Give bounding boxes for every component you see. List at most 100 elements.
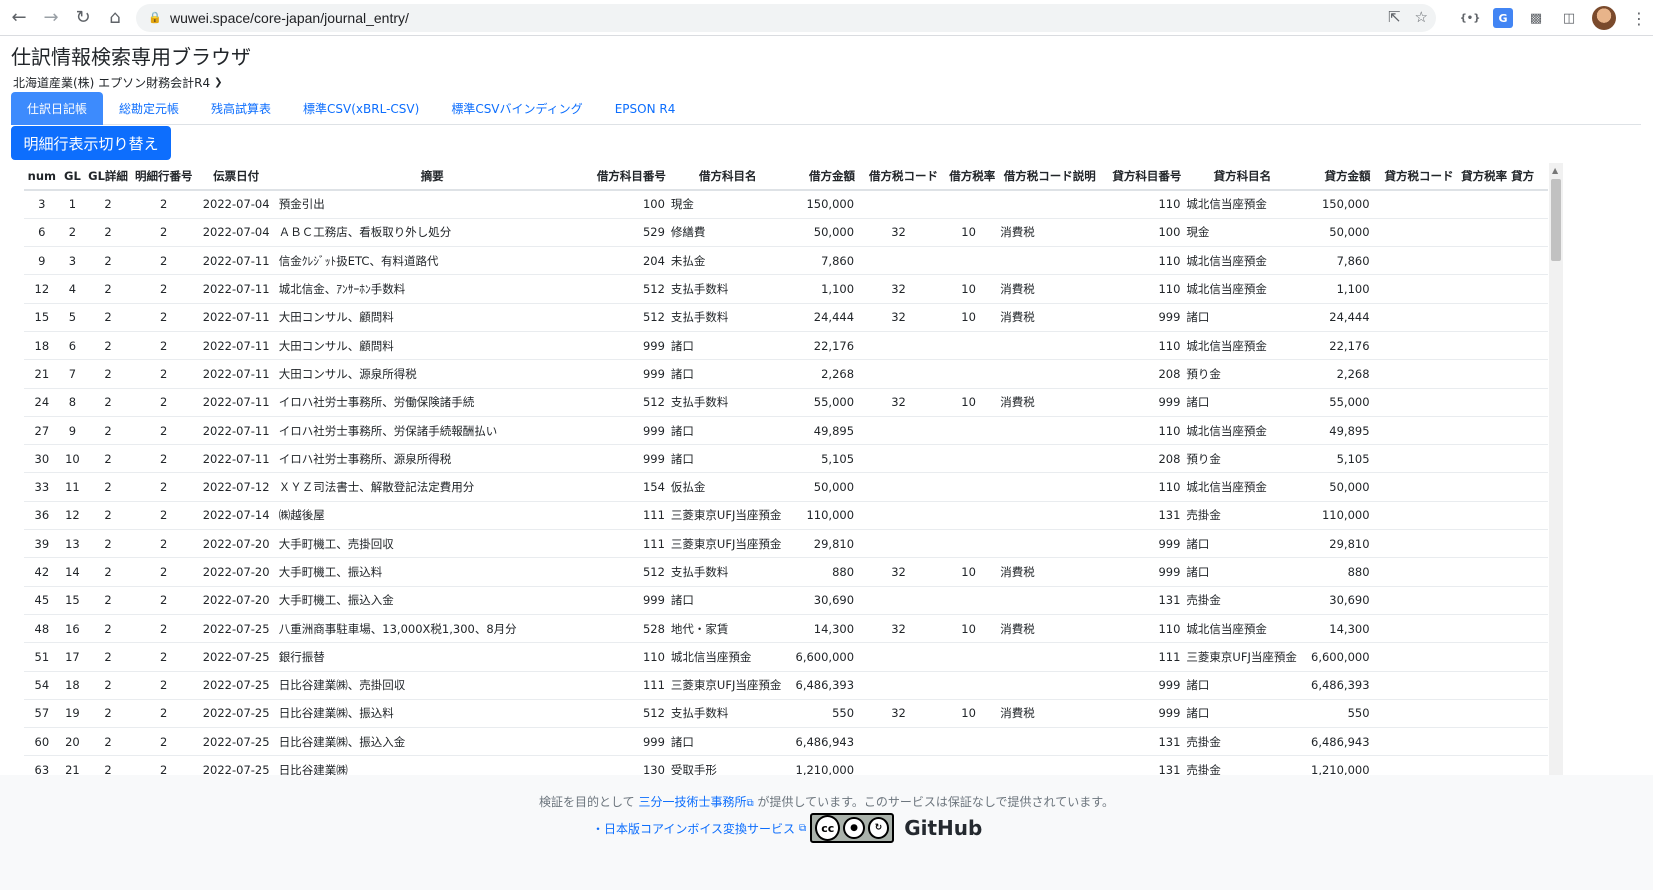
translate-extension-icon[interactable]: G	[1493, 8, 1513, 28]
table-cell: 50,000	[1301, 218, 1373, 248]
table-cell: 42	[24, 557, 60, 587]
table-cell: 2	[130, 274, 197, 304]
share-icon[interactable]: ⇱	[1388, 8, 1401, 26]
toggle-detail-button[interactable]: 明細行表示切り替え	[11, 126, 171, 160]
table-cell: 未払金	[667, 246, 788, 276]
bookmark-star-icon[interactable]: ☆	[1415, 8, 1428, 26]
table-row: 12 4 2 2 2022-07-11 城北信金、ｱﾝｻｰﾎﾝ手数料 512 支払手数料 1,1…	[24, 274, 1548, 304]
table-cell: 三菱東京UFJ当座預金	[667, 671, 788, 700]
tab-standard-csv[interactable]: 標準CSV(xBRL-CSV)	[287, 92, 435, 125]
company-select-value: 北海道産業(株) エプソン財務会計R4	[13, 76, 211, 90]
table-cell	[857, 586, 940, 615]
tab-journal[interactable]: 仕訳日記帳	[11, 92, 104, 125]
tab-csv-binding[interactable]: 標準CSVバインディング	[435, 92, 598, 125]
table-cell: 2022-07-12	[196, 472, 276, 502]
side-panel-icon[interactable]: ◫	[1559, 8, 1579, 28]
table-cell	[1372, 331, 1456, 361]
table-cell: 城北信当座預金	[1183, 246, 1302, 276]
table-cell: ＡＢＣ工務店、看板取り外し処分	[275, 218, 589, 248]
table-cell: 1,210,000	[1301, 755, 1373, 775]
table-row: 27 9 2 2 2022-07-11 イロハ社労士事務所、労保諸手続報酬払い 999 諸口 4…	[24, 416, 1548, 446]
table-cell: 諸口	[667, 727, 788, 757]
table-cell: 57	[24, 699, 60, 729]
table-header-row: num GL GL詳細 明細行番号 伝票日付 摘要 借方科目番号 借方科目名 借方金額 借方税コー…	[24, 163, 1548, 191]
table-cell: 7	[59, 359, 86, 389]
table-cell	[857, 755, 940, 775]
core-invoice-link[interactable]: ・日本版コアインボイス変換サービス	[592, 820, 795, 837]
profile-avatar[interactable]	[1592, 6, 1616, 30]
tab-general-ledger[interactable]: 総勘定元帳	[103, 92, 195, 125]
table-cell	[1455, 388, 1510, 417]
table-cell	[997, 501, 1103, 531]
table-cell: 預り金	[1183, 444, 1302, 474]
table-cell	[1372, 303, 1456, 332]
tab-epson-r4[interactable]: EPSON R4	[599, 92, 692, 125]
table-cell: 現金	[1183, 218, 1302, 248]
company-select[interactable]: 北海道産業(株) エプソン財務会計R4 ❯	[13, 74, 223, 91]
table-cell	[1509, 586, 1548, 615]
table-cell: 城北信当座預金	[1183, 614, 1302, 644]
table-cell	[1509, 274, 1548, 304]
table-cell: 10	[59, 444, 86, 474]
table-cell	[1372, 444, 1456, 474]
extensions-puzzle-icon[interactable]: ▩	[1526, 8, 1546, 28]
table-cell	[997, 727, 1103, 757]
table-cell	[1372, 671, 1456, 700]
table-cell	[1455, 218, 1510, 248]
table-cell: 諸口	[1183, 671, 1302, 700]
table-scrollbar[interactable]: ▲	[1549, 163, 1563, 775]
table-cell: 528	[588, 614, 668, 644]
table-cell: 208	[1102, 444, 1184, 474]
cc-by-sa-badge[interactable]: cc ● ↻	[810, 813, 895, 843]
table-cell: 24,444	[1301, 303, 1373, 332]
table-row: 42 14 2 2 2022-07-20 大手町機工、振込料 512 支払手数料 880 32 10…	[24, 557, 1548, 587]
table-cell: 2	[130, 699, 197, 729]
table-cell: 銀行振替	[275, 642, 589, 672]
table-cell: 15	[24, 303, 60, 332]
table-cell	[1509, 614, 1548, 644]
column-header: 貸方税コード	[1372, 163, 1456, 191]
back-arrow-icon[interactable]: ←	[6, 5, 32, 31]
table-cell: 550	[1301, 699, 1373, 729]
column-header: 明細行番号	[130, 163, 197, 191]
column-header: 摘要	[275, 163, 589, 191]
table-cell: 2	[130, 246, 197, 276]
table-cell: 110	[1102, 246, 1184, 276]
forward-arrow-icon[interactable]: →	[38, 5, 64, 31]
table-row: 21 7 2 2 2022-07-11 大田コンサル、源泉所得税 999 諸口 2,268 208…	[24, 359, 1548, 389]
json-extension-icon[interactable]: {•}	[1460, 8, 1481, 28]
reload-icon[interactable]: ↻	[70, 5, 96, 31]
scroll-up-arrow-icon[interactable]: ▲	[1552, 166, 1558, 175]
table-row: 54 18 2 2 2022-07-25 日比谷建業㈱、売掛回収 111 三菱東京UFJ当座預…	[24, 671, 1548, 700]
table-cell: 6,486,943	[1301, 727, 1373, 757]
office-link[interactable]: 三分一技術士事務所	[638, 795, 746, 809]
address-bar[interactable]: 🔒 wuwei.space/core-japan/journal_entry/ …	[136, 4, 1436, 32]
table-cell: 2022-07-11	[196, 331, 276, 361]
table-cell: 110	[1102, 416, 1184, 446]
table-cell: 131	[1102, 501, 1184, 531]
table-cell: 消費税	[997, 218, 1103, 248]
column-header: GL詳細	[85, 163, 131, 191]
table-cell: 4	[59, 274, 86, 304]
tab-trial-balance[interactable]: 残高試算表	[195, 92, 287, 125]
table-cell	[1509, 557, 1548, 587]
nav-tabs: 仕訳日記帳 総勘定元帳 残高試算表 標準CSV(xBRL-CSV) 標準CSVバ…	[11, 92, 1641, 125]
kebab-menu-icon[interactable]: ⋮	[1629, 8, 1649, 28]
table-cell	[857, 671, 940, 700]
table-cell: 支払手数料	[667, 274, 788, 304]
footer-notice-suffix: が提供しています。このサービスは保証なしで提供されています。	[757, 795, 1114, 809]
github-link[interactable]: GitHub	[904, 816, 982, 840]
table-cell: 19	[59, 699, 86, 729]
journal-table-container[interactable]: num GL GL詳細 明細行番号 伝票日付 摘要 借方科目番号 借方科目名 借方金額 借方税コー…	[24, 163, 1548, 775]
table-cell: 日比谷建業㈱、売掛回収	[275, 671, 589, 700]
table-cell: 2	[130, 755, 197, 775]
home-icon[interactable]: ⌂	[102, 5, 128, 31]
table-cell	[1455, 614, 1510, 644]
table-cell: 48	[24, 614, 60, 644]
table-cell	[939, 472, 998, 502]
table-cell	[939, 444, 998, 474]
table-row: 39 13 2 2 2022-07-20 大手町機工、売掛回収 111 三菱東京UFJ当座預金…	[24, 529, 1548, 559]
table-cell	[857, 359, 940, 389]
scrollbar-thumb[interactable]	[1551, 179, 1561, 261]
table-cell: 2	[85, 642, 131, 672]
